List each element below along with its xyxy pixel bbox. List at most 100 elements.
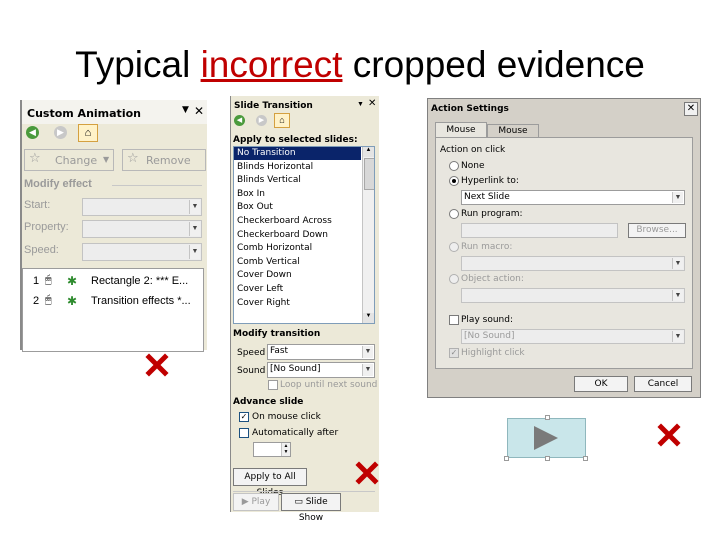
close-icon[interactable]: ✕ (684, 102, 698, 116)
ok-button[interactable]: OK (574, 376, 628, 392)
remove-label: Remove (146, 154, 191, 167)
transition-item[interactable]: Blinds Vertical (234, 174, 361, 187)
item-number: 1 (33, 275, 40, 287)
item-text: Rectangle 2: *** E... (91, 275, 189, 287)
chevron-down-icon: ▼ (672, 192, 683, 203)
chevron-down-icon: ▼ (362, 346, 373, 358)
run-macro-select[interactable]: ▼ (461, 256, 685, 271)
browse-label: Browse... (636, 225, 678, 235)
list-item[interactable]: 1 🖱 ✱ Rectangle 2: *** E... (23, 274, 201, 290)
transition-item[interactable]: Checkerboard Down (234, 229, 361, 242)
forward-icon[interactable]: ▶ (54, 126, 67, 139)
hyperlink-value: Next Slide (464, 192, 510, 202)
chevron-down-icon[interactable]: ▼ (357, 101, 364, 108)
scroll-down-icon[interactable]: ▼ (363, 313, 374, 323)
slideshow-button[interactable]: ▭ Slide Show (281, 493, 341, 523)
transition-item[interactable]: No Transition (234, 147, 361, 160)
run-macro-label: Run macro: (461, 242, 513, 252)
scrollbar[interactable]: ▲ ▼ (362, 147, 374, 323)
run-program-radio[interactable] (449, 209, 459, 219)
back-icon[interactable]: ◀ (26, 126, 39, 139)
selection-handle[interactable] (504, 456, 509, 461)
transition-item[interactable]: Checkerboard Across (234, 215, 361, 228)
chevron-down-icon: ▼ (362, 364, 373, 376)
chevron-down-icon: ▼ (189, 200, 200, 214)
loop-checkbox[interactable] (268, 380, 278, 390)
loop-label: Loop until next sound (280, 380, 378, 390)
spinner-icon[interactable]: ▲ ▼ (281, 443, 290, 456)
play-icon: ▶ (241, 497, 249, 507)
speed-select[interactable]: ▼ (82, 243, 202, 261)
property-select[interactable]: ▼ (82, 220, 202, 238)
red-x-icon (144, 352, 170, 378)
highlight-label: Highlight click (461, 348, 525, 358)
start-select[interactable]: ▼ (82, 198, 202, 216)
chevron-down-icon: ▼ (189, 245, 200, 259)
hyperlink-radio[interactable] (449, 176, 459, 186)
cancel-button[interactable]: Cancel (634, 376, 692, 392)
object-action-select[interactable]: ▼ (461, 288, 685, 303)
remove-button[interactable]: ☆ Remove (122, 149, 206, 171)
transition-item[interactable]: Cover Left (234, 283, 361, 296)
run-program-input[interactable] (461, 223, 618, 238)
scroll-up-icon[interactable]: ▲ (363, 147, 374, 157)
none-radio[interactable] (449, 161, 459, 171)
transition-item[interactable]: Comb Horizontal (234, 242, 361, 255)
auto-checkbox[interactable] (239, 428, 249, 438)
run-macro-radio[interactable] (449, 242, 459, 252)
home-icon[interactable]: ⌂ (274, 113, 290, 128)
modify-effect-label: Modify effect (24, 178, 92, 190)
selection-handle[interactable] (545, 456, 550, 461)
sound-select[interactable]: [No Sound] ▼ (267, 362, 375, 378)
sound-select[interactable]: [No Sound] ▼ (461, 329, 685, 344)
custom-animation-panel: Custom Animation ▼ ✕ ◀ ▶ ⌂ ☆ Change ▼ ☆ … (20, 100, 207, 352)
object-action-radio[interactable] (449, 274, 459, 284)
cancel-label: Cancel (647, 379, 679, 389)
item-text: Transition effects *... (91, 295, 191, 307)
speed-select[interactable]: Fast ▼ (267, 344, 375, 360)
transition-item[interactable]: Cover Right (234, 297, 361, 310)
auto-time-input[interactable]: ▲ ▼ (253, 442, 291, 457)
close-icon[interactable]: ✕ (368, 98, 376, 109)
item-number: 2 (33, 295, 40, 307)
transition-item[interactable]: Box In (234, 188, 361, 201)
apply-all-button[interactable]: Apply to All Slides (233, 468, 307, 498)
custom-animation-title: Custom Animation (27, 107, 141, 120)
selection-handle[interactable] (583, 456, 588, 461)
chevron-down-icon[interactable]: ▼ (182, 105, 189, 115)
scroll-thumb[interactable] (364, 158, 374, 190)
red-x-icon (656, 422, 682, 448)
list-item[interactable]: 2 🖱 ✱ Transition effects *... (23, 294, 201, 310)
dialog-title: Action Settings (431, 104, 509, 114)
selection-handle[interactable] (545, 415, 550, 420)
transition-item[interactable]: Cover Down (234, 269, 361, 282)
hyperlink-select[interactable]: Next Slide ▼ (461, 190, 685, 205)
close-icon[interactable]: ✕ (194, 104, 204, 118)
browse-button[interactable]: Browse... (628, 223, 686, 238)
tab-mouse-over[interactable]: Mouse Over (487, 124, 539, 148)
action-settings-dialog: Action Settings ✕ Mouse Click Mouse Over… (427, 98, 701, 398)
advance-slide-label: Advance slide (233, 397, 304, 407)
nav-toolbar: ◀ ▶ ⌂ (24, 124, 104, 142)
home-icon[interactable]: ⌂ (78, 124, 98, 142)
play-button[interactable]: ▶ Play (233, 493, 279, 511)
tab-mouse-click[interactable]: Mouse Click (435, 122, 487, 149)
back-icon[interactable]: ◀ (234, 115, 245, 126)
play-sound-label: Play sound: (461, 315, 513, 325)
action-play-button[interactable] (504, 415, 588, 461)
forward-icon[interactable]: ▶ (256, 115, 267, 126)
play-sound-checkbox[interactable] (449, 315, 459, 325)
effect-star-icon: ✱ (67, 294, 78, 308)
action-group-label: Action on click (440, 145, 506, 155)
transition-item[interactable]: Box Out (234, 201, 361, 214)
change-button[interactable]: ☆ Change ▼ (24, 149, 114, 171)
animation-list[interactable]: 1 🖱 ✱ Rectangle 2: *** E... 2 🖱 ✱ Transi… (22, 268, 204, 352)
transition-item[interactable]: Comb Vertical (234, 256, 361, 269)
transition-item[interactable]: Blinds Horizontal (234, 161, 361, 174)
run-program-label: Run program: (461, 209, 523, 219)
on-click-label: On mouse click (252, 412, 321, 422)
on-click-checkbox[interactable]: ✓ (239, 412, 249, 422)
highlight-checkbox[interactable]: ✓ (449, 348, 459, 358)
title-incorrect: incorrect (200, 44, 343, 85)
transition-list[interactable]: No Transition Blinds Horizontal Blinds Ver… (233, 146, 375, 324)
